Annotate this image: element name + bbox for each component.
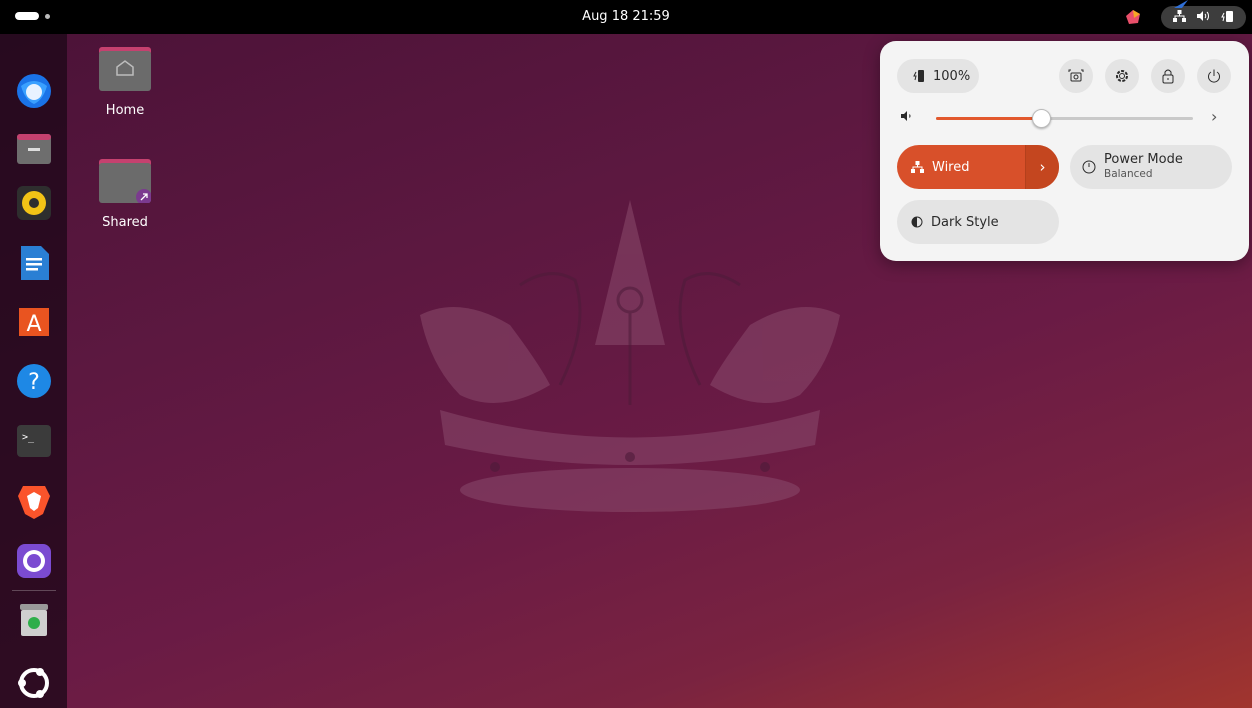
lock-screen-button[interactable]: [1151, 59, 1185, 93]
screenshot-icon: [1068, 69, 1084, 82]
lock-icon: [1162, 69, 1174, 84]
volume-slider[interactable]: [936, 109, 1193, 128]
settings-button[interactable]: [1105, 59, 1139, 93]
chevron-right-icon: ›: [1039, 158, 1046, 176]
svg-text:A: A: [26, 312, 41, 337]
network-wired-icon: [1172, 10, 1186, 25]
power-icon: [1208, 69, 1220, 83]
system-menu-button[interactable]: [1161, 6, 1246, 29]
desktop-icon-label: Shared: [102, 215, 148, 230]
dock: A ? >_: [0, 34, 67, 708]
thunderbird-icon[interactable]: [15, 72, 53, 110]
wired-label: Wired: [932, 159, 970, 175]
screenshot-button[interactable]: [1059, 59, 1093, 93]
battery-percentage: 100%: [933, 68, 971, 84]
files-icon[interactable]: [15, 130, 53, 168]
clock[interactable]: Aug 18 21:59: [0, 9, 1252, 24]
chevron-right-icon[interactable]: ›: [1211, 107, 1217, 126]
power-mode-title: Power Mode: [1104, 152, 1183, 167]
dark-style-icon: [911, 216, 923, 228]
network-wired-icon: [911, 161, 924, 173]
writer-icon[interactable]: [15, 244, 53, 282]
battery-button[interactable]: 100%: [897, 59, 979, 93]
gear-icon: [1116, 70, 1128, 82]
terminal-icon[interactable]: >_: [15, 422, 53, 460]
volume-icon: [1196, 10, 1210, 25]
help-icon[interactable]: ?: [15, 362, 53, 400]
app-center-icon[interactable]: A: [15, 302, 53, 340]
tray-app-icon[interactable]: [1125, 9, 1141, 25]
svg-text:?: ?: [28, 370, 40, 395]
dark-style-toggle[interactable]: Dark Style: [897, 200, 1059, 244]
power-mode-subtitle: Balanced: [1104, 168, 1153, 180]
rhythmbox-icon[interactable]: [15, 184, 53, 222]
volume-slider-handle[interactable]: [1031, 109, 1051, 128]
power-mode-icon: [1082, 160, 1096, 174]
volume-icon[interactable]: [901, 110, 915, 122]
shared-folder-icon: [99, 159, 152, 205]
desktop-home-folder[interactable]: Home: [85, 47, 165, 118]
wired-network-toggle[interactable]: Wired ›: [897, 145, 1059, 189]
volume-slider-fill: [936, 117, 1042, 120]
svg-text:>_: >_: [22, 432, 35, 443]
dark-style-label: Dark Style: [931, 214, 999, 230]
github-icon[interactable]: [15, 542, 53, 580]
dock-separator: [12, 590, 56, 591]
wired-toggle-main[interactable]: Wired: [897, 145, 1025, 189]
wired-menu-arrow[interactable]: ›: [1025, 145, 1059, 189]
trash-icon[interactable]: [15, 600, 53, 638]
wallpaper-crown-logo: [420, 200, 840, 512]
power-mode-toggle[interactable]: Power Mode Balanced: [1070, 145, 1232, 189]
power-off-button[interactable]: [1197, 59, 1231, 93]
desktop-icon-label: Home: [105, 103, 145, 118]
cursor-icon: [1174, 0, 1188, 8]
battery-icon: [913, 70, 924, 82]
battery-icon: [1221, 10, 1234, 26]
desktop-shared-folder[interactable]: Shared: [85, 159, 165, 230]
brave-icon[interactable]: [15, 482, 53, 520]
home-folder-icon: [99, 47, 151, 91]
ubuntu-apps-icon[interactable]: [15, 664, 53, 702]
quick-settings-panel: 100% › Wired › Power Mode Balanced Dark …: [880, 41, 1249, 261]
top-bar: Aug 18 21:59: [0, 0, 1252, 34]
